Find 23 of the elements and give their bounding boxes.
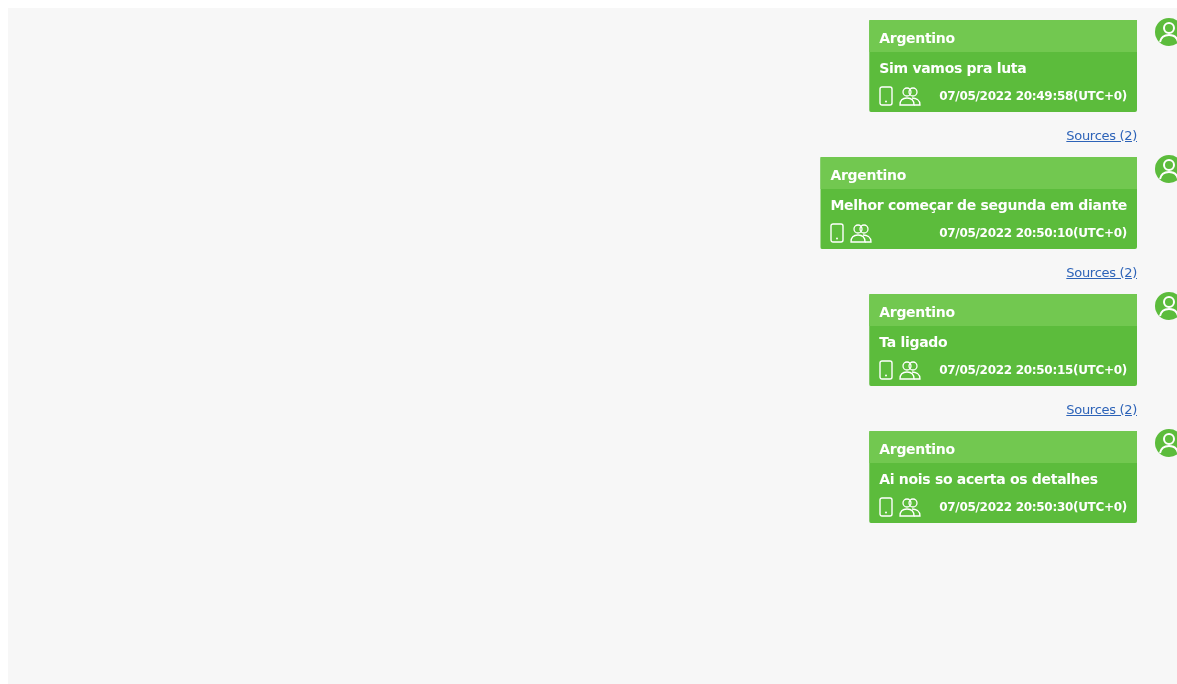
group-icon bbox=[850, 223, 873, 243]
sources-link[interactable]: Sources (2) bbox=[1066, 402, 1137, 417]
message-timestamp: 07/05/2022 20:49:58(UTC+0) bbox=[938, 89, 1127, 103]
group-icon bbox=[899, 86, 922, 106]
sender-name: Argentino bbox=[869, 294, 1137, 326]
sender-name: Argentino bbox=[820, 157, 1137, 189]
phone-icon bbox=[879, 360, 894, 380]
message-text: Ai nois so acerta os detalhes bbox=[878, 470, 1099, 489]
group-icon bbox=[899, 360, 922, 380]
sources-link[interactable]: Sources (2) bbox=[1066, 128, 1137, 143]
message-text: Ta ligado bbox=[878, 333, 949, 352]
message-timestamp: 07/05/2022 20:50:10(UTC+0) bbox=[938, 226, 1127, 240]
group-icon bbox=[899, 497, 922, 517]
message-timestamp: 07/05/2022 20:50:15(UTC+0) bbox=[938, 363, 1127, 377]
phone-icon bbox=[830, 223, 845, 243]
sender-name: Argentino bbox=[869, 20, 1137, 52]
message-text: Melhor começar de segunda em diante bbox=[829, 196, 1128, 215]
phone-icon bbox=[879, 497, 894, 517]
message-text: Sim vamos pra luta bbox=[878, 59, 1028, 78]
message-timestamp: 07/05/2022 20:50:30(UTC+0) bbox=[938, 500, 1127, 514]
sources-link[interactable]: Sources (2) bbox=[1066, 265, 1137, 280]
phone-icon bbox=[879, 86, 894, 106]
sender-name: Argentino bbox=[869, 431, 1137, 463]
